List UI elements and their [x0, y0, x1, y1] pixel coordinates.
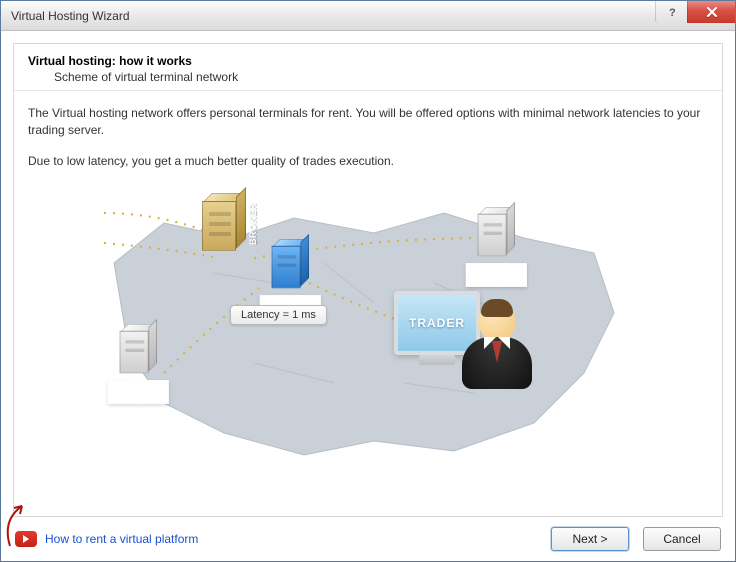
window-title: Virtual Hosting Wizard [11, 9, 130, 23]
trader-person-icon [460, 303, 534, 393]
panel-title: Virtual hosting: how it works [28, 54, 708, 68]
description-line-2: Due to low latency, you get a much bette… [28, 153, 708, 170]
broker-server-icon: BROKER [202, 193, 250, 273]
close-button[interactable] [687, 1, 735, 23]
content-area: Virtual hosting: how it works Scheme of … [1, 31, 735, 561]
help-video-link[interactable]: How to rent a virtual platform [45, 532, 198, 546]
panel-header: Virtual hosting: how it works Scheme of … [14, 44, 722, 91]
latency-badge: Latency = 1 ms [230, 305, 327, 325]
remote-server-icon [478, 207, 519, 275]
remote-server-icon [120, 324, 161, 392]
wizard-window: Virtual Hosting Wizard ? Virtual hosting… [0, 0, 736, 562]
virtual-terminal-icon [272, 239, 313, 307]
broker-label: BROKER [248, 203, 258, 245]
description-line-1: The Virtual hosting network offers perso… [28, 105, 708, 139]
title-controls: ? [655, 1, 735, 23]
main-panel: Virtual hosting: how it works Scheme of … [13, 43, 723, 517]
next-button[interactable]: Next > [551, 527, 629, 551]
panel-subtitle: Scheme of virtual terminal network [28, 70, 708, 84]
footer-bar: How to rent a virtual platform Next > Ca… [13, 517, 723, 553]
help-button[interactable]: ? [655, 1, 687, 23]
youtube-icon[interactable] [15, 531, 37, 547]
trader-label: TRADER [409, 316, 465, 330]
description-block: The Virtual hosting network offers perso… [14, 91, 722, 183]
network-diagram: BROKER [14, 183, 722, 516]
cancel-button[interactable]: Cancel [643, 527, 721, 551]
svg-text:?: ? [669, 7, 676, 18]
titlebar: Virtual Hosting Wizard ? [1, 1, 735, 31]
